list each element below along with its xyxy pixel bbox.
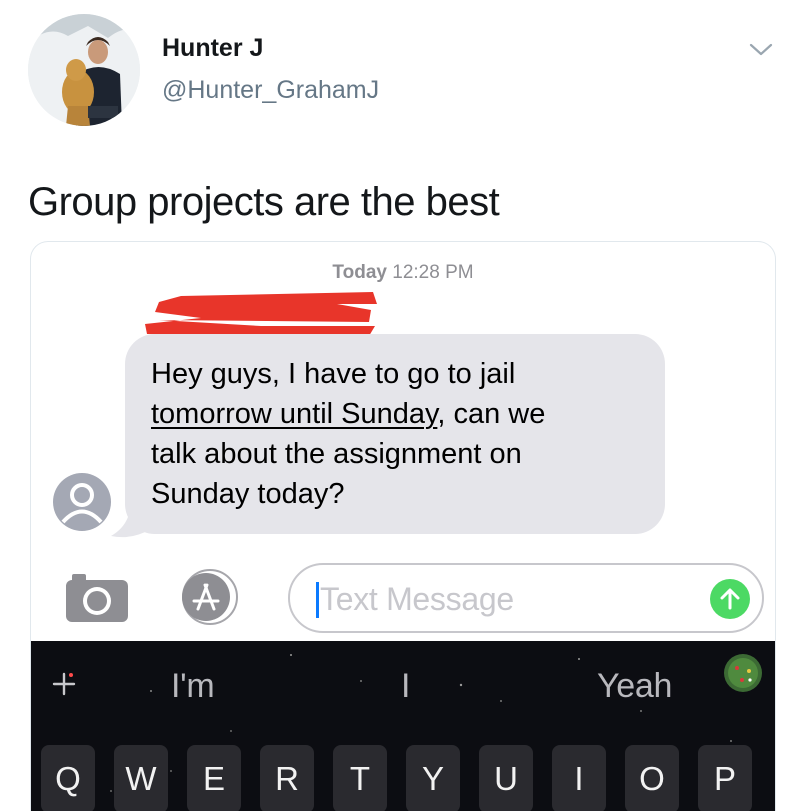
- author-handle[interactable]: @Hunter_GrahamJ: [162, 76, 379, 105]
- person-icon[interactable]: [53, 473, 111, 531]
- timestamp-day: Today: [332, 262, 387, 283]
- suggestion-3[interactable]: Yeah: [597, 667, 672, 706]
- redaction-scribble: [145, 292, 377, 336]
- key-t[interactable]: T: [333, 745, 387, 811]
- suggestion-2[interactable]: I: [401, 667, 410, 706]
- key-w[interactable]: W: [114, 745, 168, 811]
- author-avatar[interactable]: [28, 14, 140, 126]
- camera-icon[interactable]: [64, 570, 130, 624]
- text-cursor: [316, 582, 319, 618]
- key-p[interactable]: P: [698, 745, 752, 811]
- message-text: Hey guys, I have to go to jail tomorrow …: [151, 354, 651, 514]
- message-input[interactable]: Text Message: [288, 563, 764, 633]
- timestamp-time: 12:28 PM: [392, 262, 474, 283]
- embedded-screenshot[interactable]: Today 12:28 PM Hey guys, I have to go to…: [30, 241, 776, 811]
- key-q[interactable]: Q: [41, 745, 95, 811]
- tweet-text: Group projects are the best: [28, 180, 500, 224]
- author-name[interactable]: Hunter J: [162, 34, 263, 63]
- date-link[interactable]: tomorrow until Sunday: [151, 398, 437, 430]
- message-fragment: , can we: [437, 398, 546, 430]
- message-line: tomorrow until Sunday, can we: [151, 394, 651, 434]
- key-e[interactable]: E: [187, 745, 241, 811]
- key-o[interactable]: O: [625, 745, 679, 811]
- avatar-photo: [28, 14, 140, 126]
- memoji-icon[interactable]: [723, 653, 763, 693]
- keyboard[interactable]: I'm I Yeah Q W E R T Y U I O P: [31, 641, 775, 811]
- message-line: Sunday today?: [151, 478, 345, 510]
- chevron-down-icon[interactable]: [748, 40, 774, 60]
- plus-icon[interactable]: [51, 671, 77, 697]
- input-placeholder: Text Message: [320, 581, 514, 617]
- key-u[interactable]: U: [479, 745, 533, 811]
- key-y[interactable]: Y: [406, 745, 460, 811]
- key-i[interactable]: I: [552, 745, 606, 811]
- message-line: talk about the assignment on: [151, 438, 522, 470]
- send-button[interactable]: [710, 579, 750, 619]
- message-timestamp: Today 12:28 PM: [31, 262, 775, 284]
- suggestion-1[interactable]: I'm: [171, 667, 215, 706]
- message-line: Hey guys, I have to go to jail: [151, 358, 516, 390]
- app-store-icon[interactable]: [176, 569, 242, 625]
- key-r[interactable]: R: [260, 745, 314, 811]
- arrow-up-icon: [720, 588, 740, 610]
